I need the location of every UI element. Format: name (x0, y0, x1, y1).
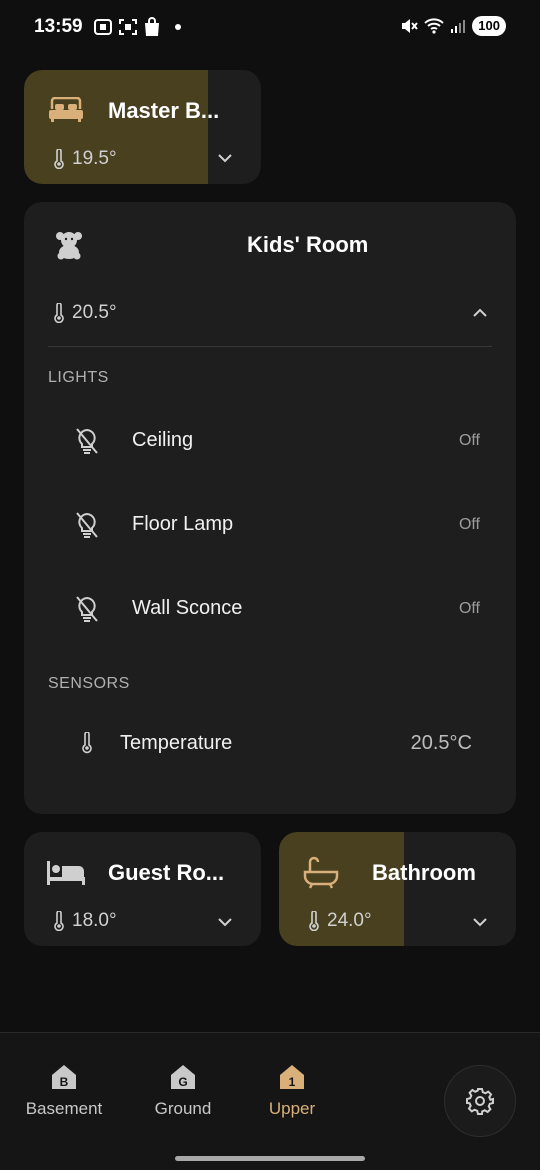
nav-label: Ground (154, 1099, 212, 1118)
bed-icon (49, 97, 83, 122)
light-state: Off (458, 600, 480, 617)
room-temperature: 19.5° (54, 148, 117, 170)
status-notification-icons (93, 17, 181, 37)
room-temp-value: 20.5° (72, 302, 117, 323)
nav-item-upper[interactable]: 1 Upper (252, 1063, 332, 1119)
room-temp-value: 19.5° (72, 148, 117, 169)
thermometer-icon (54, 911, 64, 931)
screen-record-icon (94, 19, 112, 35)
thermometer-icon (54, 303, 64, 323)
lights-section-label: LIGHTS (48, 369, 109, 386)
room-temp-value: 24.0° (327, 910, 372, 931)
room-title: Bathroom (372, 860, 476, 885)
thermometer-icon (309, 911, 319, 931)
bottom-navigation: B Basement G Ground 1 Upper (0, 1032, 540, 1170)
bulb-off-icon (76, 596, 98, 622)
nav-label: Basement (25, 1099, 103, 1118)
floor-g-icon: G (171, 1065, 195, 1089)
light-row-wall-sconce[interactable]: Wall Sconce Off (24, 577, 514, 641)
mute-icon (402, 19, 419, 33)
room-title: Guest Ro... (108, 860, 225, 885)
nav-label: Upper (268, 1099, 316, 1118)
room-temperature: 24.0° (309, 910, 372, 932)
sensors-section-label: SENSORS (48, 675, 130, 692)
svg-text:1: 1 (289, 1075, 296, 1089)
light-state: Off (458, 516, 480, 533)
room-temp-value: 18.0° (72, 910, 117, 931)
wifi-icon (424, 18, 444, 34)
nav-item-basement[interactable]: B Basement (24, 1063, 104, 1119)
chevron-down-icon[interactable] (217, 153, 233, 163)
nav-item-ground[interactable]: G Ground (143, 1063, 223, 1119)
svg-text:G: G (178, 1075, 187, 1089)
status-bar: 13:59 100 (0, 0, 540, 56)
light-name: Wall Sconce (132, 597, 243, 619)
chevron-down-icon[interactable] (217, 917, 233, 927)
room-temperature: 18.0° (54, 910, 117, 932)
chevron-down-icon[interactable] (472, 917, 488, 927)
bathtub-icon (303, 856, 339, 889)
light-row-floor-lamp[interactable]: Floor Lamp Off (24, 493, 514, 557)
floor-b-icon: B (52, 1065, 76, 1089)
notification-dot (175, 24, 181, 30)
gear-icon (466, 1088, 494, 1115)
teddy-bear-icon (56, 232, 82, 260)
shopping-bag-icon (145, 17, 159, 36)
status-system-icons: 100 (400, 16, 506, 36)
floor-1-icon: 1 (280, 1065, 304, 1089)
room-card-guest[interactable]: Guest Ro... 18.0° (24, 832, 261, 946)
guest-bed-icon (47, 861, 85, 885)
bulb-off-icon (76, 428, 98, 454)
settings-button[interactable] (444, 1065, 516, 1137)
room-card-kids[interactable]: Kids' Room 20.5° LIGHTS Ceiling Off Floo… (24, 202, 516, 814)
room-title: Kids' Room (247, 232, 369, 257)
room-card-master[interactable]: Master B... 19.5° (24, 70, 261, 184)
thermometer-icon (82, 732, 92, 754)
room-card-bathroom[interactable]: Bathroom 24.0° (279, 832, 516, 946)
signal-icon (451, 20, 466, 33)
home-indicator[interactable] (175, 1156, 365, 1161)
room-title: Master B... (108, 98, 220, 123)
light-name: Ceiling (132, 429, 194, 451)
sensor-value: 20.5°C (410, 732, 472, 754)
screenshot-icon (119, 19, 137, 35)
room-temperature: 20.5° (54, 302, 117, 324)
sensor-row-temperature: Temperature 20.5°C (24, 712, 514, 776)
svg-text:B: B (60, 1075, 69, 1089)
light-row-ceiling[interactable]: Ceiling Off (24, 409, 514, 473)
battery-indicator: 100 (472, 16, 506, 36)
thermometer-icon (54, 149, 64, 169)
divider (48, 346, 492, 347)
chevron-up-icon[interactable] (472, 308, 488, 318)
sensor-name: Temperature (120, 732, 233, 754)
status-time: 13:59 (34, 16, 83, 37)
bulb-off-icon (76, 512, 98, 538)
light-state: Off (458, 432, 480, 449)
light-name: Floor Lamp (132, 513, 234, 535)
